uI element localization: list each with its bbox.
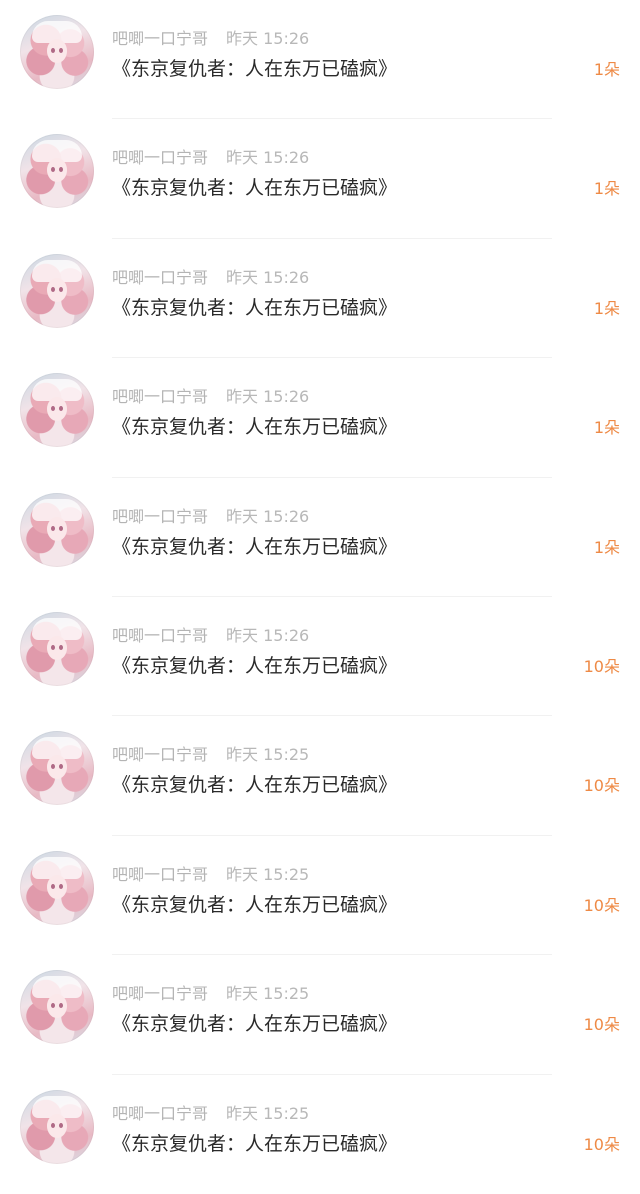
username[interactable]: 吧唧一口宁哥 xyxy=(112,745,208,764)
avatar[interactable] xyxy=(20,970,94,1045)
avatar-face-shape xyxy=(47,874,67,899)
gift-count: 1朵 xyxy=(593,298,620,318)
avatar[interactable] xyxy=(20,492,94,567)
gift-count: 1朵 xyxy=(593,418,620,438)
avatar-eye-shape xyxy=(51,525,55,531)
gift-record-list: 吧唧一口宁哥 昨天 15:26 《东京复仇者：人在东万已磕疯》 1朵 吧唧一口宁哥… xyxy=(0,0,640,1169)
avatar-face-shape xyxy=(47,635,67,660)
item-title[interactable]: 《东京复仇者：人在东万已磕疯》 xyxy=(112,890,397,917)
username[interactable]: 吧唧一口宁哥 xyxy=(112,387,208,406)
item-title[interactable]: 《东京复仇者：人在东万已磕疯》 xyxy=(112,1009,397,1036)
avatar[interactable] xyxy=(20,253,94,328)
list-item[interactable]: 吧唧一口宁哥 昨天 15:25 《东京复仇者：人在东万已磕疯》 10朵 xyxy=(0,1075,640,1194)
item-meta: 吧唧一口宁哥 昨天 15:26 xyxy=(112,264,309,288)
avatar[interactable] xyxy=(20,731,94,806)
item-title[interactable]: 《东京复仇者：人在东万已磕疯》 xyxy=(112,173,397,200)
avatar-eye-shape xyxy=(59,48,63,53)
item-meta: 吧唧一口宁哥 昨天 15:26 xyxy=(112,25,309,49)
username[interactable]: 吧唧一口宁哥 xyxy=(112,865,208,884)
item-meta: 吧唧一口宁哥 昨天 15:25 xyxy=(112,980,309,1004)
item-meta: 吧唧一口宁哥 昨天 15:25 xyxy=(112,1100,309,1124)
avatar-eye-shape xyxy=(59,525,63,531)
avatar-eye-shape xyxy=(51,883,55,889)
avatar-face-shape xyxy=(47,516,67,541)
username[interactable]: 吧唧一口宁哥 xyxy=(112,29,208,48)
list-item[interactable]: 吧唧一口宁哥 昨天 15:26 《东京复仇者：人在东万已磕疯》 1朵 xyxy=(0,358,640,478)
list-item[interactable]: 吧唧一口宁哥 昨天 15:26 《东京复仇者：人在东万已磕疯》 10朵 xyxy=(0,597,640,717)
item-title[interactable]: 《东京复仇者：人在东万已磕疯》 xyxy=(112,770,397,797)
gift-count: 10朵 xyxy=(583,1134,620,1154)
avatar-eye-shape xyxy=(51,1122,55,1128)
gift-count: 1朵 xyxy=(593,537,620,557)
username[interactable]: 吧唧一口宁哥 xyxy=(112,626,208,645)
avatar[interactable] xyxy=(20,850,94,925)
item-meta: 吧唧一口宁哥 昨天 15:25 xyxy=(112,741,309,765)
avatar-eye-shape xyxy=(51,48,55,53)
item-meta: 吧唧一口宁哥 昨天 15:26 xyxy=(112,503,309,527)
gift-count: 10朵 xyxy=(583,1015,620,1035)
timestamp: 昨天 15:26 xyxy=(226,506,310,526)
avatar[interactable] xyxy=(20,134,94,209)
timestamp: 昨天 15:25 xyxy=(226,745,310,765)
avatar[interactable] xyxy=(20,15,94,89)
list-item[interactable]: 吧唧一口宁哥 昨天 15:25 《东京复仇者：人在东万已磕疯》 10朵 xyxy=(0,955,640,1075)
timestamp: 昨天 15:26 xyxy=(226,625,310,645)
list-item[interactable]: 吧唧一口宁哥 昨天 15:26 《东京复仇者：人在东万已磕疯》 1朵 xyxy=(0,239,640,359)
username[interactable]: 吧唧一口宁哥 xyxy=(112,984,208,1003)
gift-count: 10朵 xyxy=(583,776,620,796)
avatar-eye-shape xyxy=(51,286,55,292)
timestamp: 昨天 15:26 xyxy=(226,29,310,48)
avatar-face-shape xyxy=(47,39,67,63)
avatar[interactable] xyxy=(20,373,94,448)
item-meta: 吧唧一口宁哥 昨天 15:25 xyxy=(112,861,309,885)
avatar-face-shape xyxy=(47,1113,67,1138)
avatar[interactable] xyxy=(20,611,94,686)
avatar-eye-shape xyxy=(59,1122,63,1128)
username[interactable]: 吧唧一口宁哥 xyxy=(112,268,208,287)
list-item[interactable]: 吧唧一口宁哥 昨天 15:25 《东京复仇者：人在东万已磕疯》 10朵 xyxy=(0,716,640,837)
avatar-face-shape xyxy=(47,397,67,422)
item-meta: 吧唧一口宁哥 昨天 15:26 xyxy=(112,144,309,168)
avatar-face-shape xyxy=(47,994,67,1019)
avatar-eye-shape xyxy=(59,644,63,650)
avatar-face-shape xyxy=(47,277,67,302)
avatar-eye-shape xyxy=(51,644,55,650)
username[interactable]: 吧唧一口宁哥 xyxy=(112,507,208,526)
gift-count: 10朵 xyxy=(583,895,620,915)
timestamp: 昨天 15:26 xyxy=(226,387,310,407)
avatar-face-shape xyxy=(47,158,67,183)
list-item[interactable]: 吧唧一口宁哥 昨天 15:26 《东京复仇者：人在东万已磕疯》 1朵 xyxy=(0,478,640,598)
item-meta: 吧唧一口宁哥 昨天 15:26 xyxy=(112,622,309,646)
username[interactable]: 吧唧一口宁哥 xyxy=(112,148,208,167)
list-item[interactable]: 吧唧一口宁哥 昨天 15:25 《东京复仇者：人在东万已磕疯》 10朵 xyxy=(0,836,640,956)
gift-count: 1朵 xyxy=(593,179,620,199)
avatar-eye-shape xyxy=(59,286,63,292)
avatar-face-shape xyxy=(47,755,67,780)
timestamp: 昨天 15:26 xyxy=(226,267,310,287)
gift-count: 1朵 xyxy=(593,60,620,79)
timestamp: 昨天 15:25 xyxy=(226,864,310,884)
list-item[interactable]: 吧唧一口宁哥 昨天 15:26 《东京复仇者：人在东万已磕疯》 1朵 xyxy=(0,0,640,120)
username[interactable]: 吧唧一口宁哥 xyxy=(112,1104,208,1123)
item-title[interactable]: 《东京复仇者：人在东万已磕疯》 xyxy=(112,532,397,559)
avatar[interactable] xyxy=(20,1089,94,1164)
item-title[interactable]: 《东京复仇者：人在东万已磕疯》 xyxy=(112,293,397,320)
list-item[interactable]: 吧唧一口宁哥 昨天 15:26 《东京复仇者：人在东万已磕疯》 1朵 xyxy=(0,119,640,240)
item-title[interactable]: 《东京复仇者：人在东万已磕疯》 xyxy=(112,412,397,439)
timestamp: 昨天 15:25 xyxy=(226,984,310,1004)
item-title[interactable]: 《东京复仇者：人在东万已磕疯》 xyxy=(112,54,397,81)
gift-count: 10朵 xyxy=(583,656,620,676)
item-title[interactable]: 《东京复仇者：人在东万已磕疯》 xyxy=(112,651,397,678)
item-meta: 吧唧一口宁哥 昨天 15:26 xyxy=(112,383,309,407)
avatar-eye-shape xyxy=(59,883,63,889)
timestamp: 昨天 15:26 xyxy=(226,148,310,168)
item-title[interactable]: 《东京复仇者：人在东万已磕疯》 xyxy=(112,1129,397,1156)
timestamp: 昨天 15:25 xyxy=(226,1103,310,1123)
